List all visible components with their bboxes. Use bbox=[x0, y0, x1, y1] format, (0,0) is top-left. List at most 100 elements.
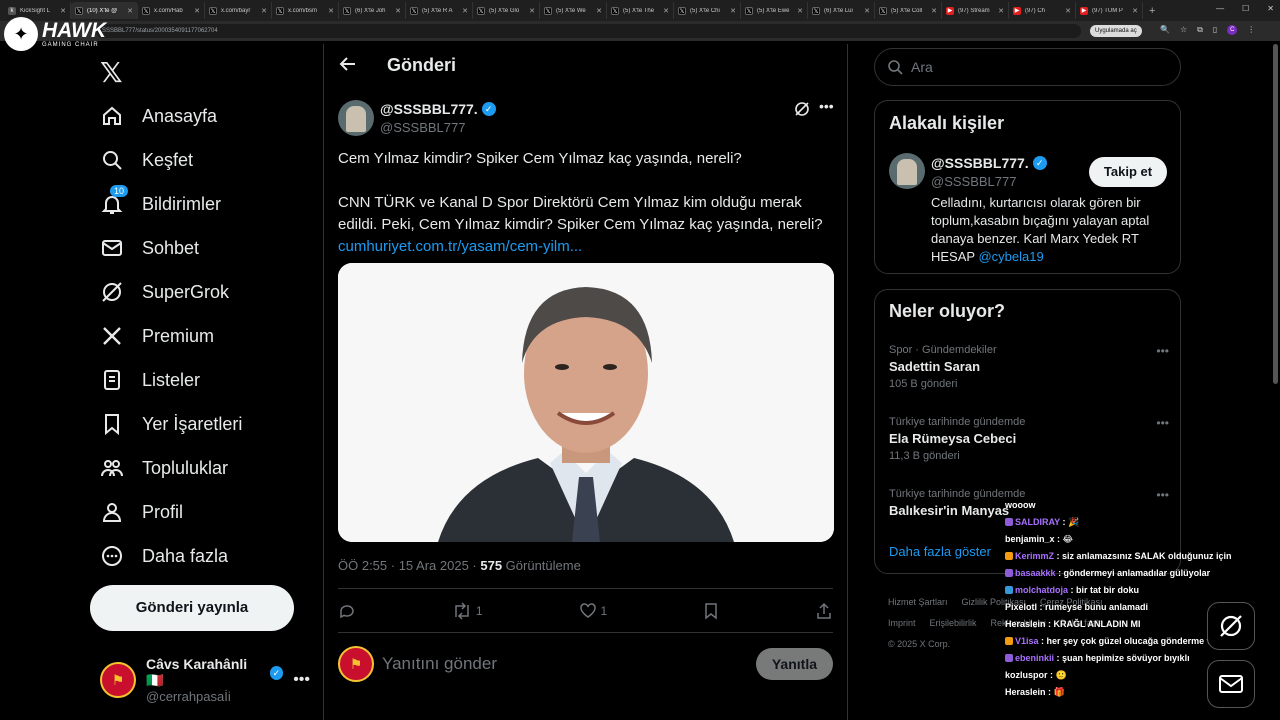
nav-item-home[interactable]: Anasayfa bbox=[100, 98, 217, 134]
tweet-author-handle[interactable]: @SSSBBL777 bbox=[380, 120, 465, 135]
related-name-row[interactable]: @SSSBBL777. ✓ bbox=[931, 155, 1047, 171]
browser-tab[interactable]: 𝕏x.com/bsm ✕ bbox=[272, 2, 339, 19]
scrollbar[interactable] bbox=[1273, 44, 1278, 384]
nav-item-bell[interactable]: 10 Bildirimler bbox=[100, 185, 221, 222]
star-icon[interactable]: ☆ bbox=[1180, 25, 1187, 35]
reply-input[interactable]: Yanıtını gönder bbox=[382, 654, 497, 674]
close-tab-icon[interactable]: ✕ bbox=[1132, 7, 1138, 15]
post-button[interactable]: Gönderi yayınla bbox=[90, 585, 294, 631]
close-tab-icon[interactable]: ✕ bbox=[931, 7, 937, 15]
close-tab-icon[interactable]: ✕ bbox=[127, 7, 133, 15]
nav-item-x[interactable]: Premium bbox=[100, 318, 214, 354]
browser-tab[interactable]: 𝕏 (5) X'te R A ✕ bbox=[406, 2, 473, 19]
chat-username[interactable]: Heraslein bbox=[1005, 619, 1046, 629]
footer-link[interactable]: Hizmet Şartları bbox=[888, 597, 948, 607]
nav-item-mail[interactable]: Sohbet bbox=[100, 230, 199, 266]
chat-username[interactable]: basaakkk bbox=[1015, 568, 1056, 578]
footer-link[interactable]: Imprint bbox=[888, 618, 916, 628]
more-icon[interactable]: ••• bbox=[293, 671, 310, 689]
more-icon[interactable]: ••• bbox=[1156, 416, 1169, 430]
grok-float-button[interactable] bbox=[1207, 602, 1255, 650]
chat-username[interactable]: V1isa bbox=[1015, 636, 1039, 646]
browser-tab[interactable]: ▶ (97) TÜM P ✕ bbox=[1076, 2, 1143, 19]
browser-tab[interactable]: 𝕏 (6) X'te Lui ✕ bbox=[808, 2, 875, 19]
tweet-time[interactable]: ÖÖ 2:55 · 15 Ara 2025 · bbox=[338, 558, 480, 573]
close-tab-icon[interactable]: ✕ bbox=[797, 7, 803, 15]
close-tab-icon[interactable]: ✕ bbox=[596, 7, 602, 15]
browser-tab[interactable]: 𝕏 (5) X'te Glo ✕ bbox=[473, 2, 540, 19]
mention-link[interactable]: @cybela19 bbox=[978, 249, 1043, 264]
close-tab-icon[interactable]: ✕ bbox=[529, 7, 535, 15]
avatar[interactable] bbox=[889, 153, 925, 189]
tweet-avatar[interactable] bbox=[338, 100, 374, 136]
like-button[interactable]: 1 bbox=[579, 600, 607, 622]
open-in-app-button[interactable]: Uygulamada aç bbox=[1090, 25, 1142, 37]
trend-item[interactable]: Türkiye tarihinde gündemde Ela Rümeysa Ce… bbox=[889, 416, 1169, 462]
nav-item-people[interactable]: Topluluklar bbox=[100, 450, 228, 486]
footer-link[interactable]: Erişilebilirlik bbox=[930, 618, 977, 628]
retweet-button[interactable]: 1 bbox=[452, 600, 483, 622]
nav-item-bookmark[interactable]: Yer İşaretleri bbox=[100, 406, 242, 442]
tweet-author-name-row[interactable]: @SSSBBL777. ✓ bbox=[380, 101, 496, 117]
chat-username[interactable]: benjamin_x bbox=[1005, 534, 1055, 544]
nav-item-list[interactable]: Listeler bbox=[100, 362, 200, 398]
bookmark-button[interactable] bbox=[703, 600, 719, 622]
nav-item-grok[interactable]: SuperGrok bbox=[100, 274, 229, 310]
nav-item-more-circle[interactable]: Daha fazla bbox=[100, 538, 228, 574]
profile-avatar[interactable]: C bbox=[1227, 25, 1238, 35]
nav-item-search[interactable]: Keşfet bbox=[100, 142, 193, 178]
more-icon[interactable]: ••• bbox=[819, 98, 834, 114]
close-tab-icon[interactable]: ✕ bbox=[261, 7, 267, 15]
close-tab-icon[interactable]: ✕ bbox=[462, 7, 468, 15]
related-handle[interactable]: @SSSBBL777 bbox=[931, 174, 1016, 189]
minimize-icon[interactable]: — bbox=[1216, 4, 1224, 13]
browser-tab[interactable]: 𝕏 (6) X'te Joh ✕ bbox=[339, 2, 406, 19]
reply-button[interactable] bbox=[338, 600, 356, 622]
zoom-icon[interactable]: 🔍 bbox=[1160, 25, 1170, 35]
follow-button[interactable]: Takip et bbox=[1089, 157, 1167, 187]
browser-tab[interactable]: 𝕏x.com/Hab ✕ bbox=[138, 2, 205, 19]
close-tab-icon[interactable]: ✕ bbox=[998, 7, 1004, 15]
trend-item[interactable]: Spor · Gündemdekiler Sadettin Saran 105 B … bbox=[889, 344, 1169, 390]
new-tab-icon[interactable]: + bbox=[1149, 5, 1155, 17]
grok-icon[interactable] bbox=[794, 101, 810, 120]
browser-tab[interactable]: 𝕏x.com/bayr ✕ bbox=[205, 2, 272, 19]
browser-tab[interactable]: 𝕏 (5) X'te Coll ✕ bbox=[875, 2, 942, 19]
chat-username[interactable]: kozluspor bbox=[1005, 670, 1048, 680]
sidebar-icon[interactable]: ▯ bbox=[1213, 25, 1217, 35]
search-input[interactable]: Ara bbox=[874, 48, 1181, 86]
maximize-icon[interactable]: ☐ bbox=[1242, 4, 1249, 13]
chat-username[interactable]: molchatdoja bbox=[1015, 585, 1068, 595]
chat-username[interactable]: Pixelotl bbox=[1005, 602, 1037, 612]
close-tab-icon[interactable]: ✕ bbox=[60, 7, 66, 15]
chat-username[interactable]: SALDIRAY bbox=[1015, 517, 1060, 527]
share-button[interactable] bbox=[815, 600, 833, 622]
tweet-image[interactable] bbox=[338, 263, 834, 542]
close-tab-icon[interactable]: ✕ bbox=[730, 7, 736, 15]
url-field[interactable]: SSSBBL777/status/2000354091177062704 bbox=[96, 24, 1081, 38]
footer-link[interactable]: © 2025 X Corp. bbox=[888, 639, 950, 649]
browser-tab[interactable]: 𝕏 (5) X'te We ✕ bbox=[540, 2, 607, 19]
browser-tab[interactable]: ▶ (97) Ch ✕ bbox=[1009, 2, 1076, 19]
close-tab-icon[interactable]: ✕ bbox=[864, 7, 870, 15]
reply-submit-button[interactable]: Yanıtla bbox=[755, 648, 833, 680]
extensions-icon[interactable]: ⧉ bbox=[1197, 25, 1203, 35]
tweet-link[interactable]: cumhuriyet.com.tr/yasam/cem-yilm... bbox=[338, 236, 833, 258]
browser-tab[interactable]: ▶ (97) Stream ✕ bbox=[942, 2, 1009, 19]
close-tab-icon[interactable]: ✕ bbox=[194, 7, 200, 15]
messages-float-button[interactable] bbox=[1207, 660, 1255, 708]
nav-item-person[interactable]: Profil bbox=[100, 494, 183, 530]
more-icon[interactable]: ••• bbox=[1156, 344, 1169, 358]
browser-tab[interactable]: 𝕏 (5) X'te The ✕ bbox=[607, 2, 674, 19]
account-switcher[interactable]: ⚑ Câvs Karahânli 🇮🇹 ✓ @cerrahpasaİi ••• bbox=[100, 656, 310, 704]
chat-username[interactable]: ebeninkii bbox=[1015, 653, 1054, 663]
x-logo-icon[interactable]: 𝕏 bbox=[100, 56, 123, 89]
browser-tab[interactable]: 𝕏 (5) X'te Ewe ✕ bbox=[741, 2, 808, 19]
browser-tab[interactable]: 𝕏 (5) X'te Chi ✕ bbox=[674, 2, 741, 19]
close-tab-icon[interactable]: ✕ bbox=[395, 7, 401, 15]
close-window-icon[interactable]: ✕ bbox=[1267, 4, 1274, 13]
close-tab-icon[interactable]: ✕ bbox=[1065, 7, 1071, 15]
close-tab-icon[interactable]: ✕ bbox=[328, 7, 334, 15]
chat-username[interactable]: KerimmZ bbox=[1015, 551, 1054, 561]
close-tab-icon[interactable]: ✕ bbox=[663, 7, 669, 15]
